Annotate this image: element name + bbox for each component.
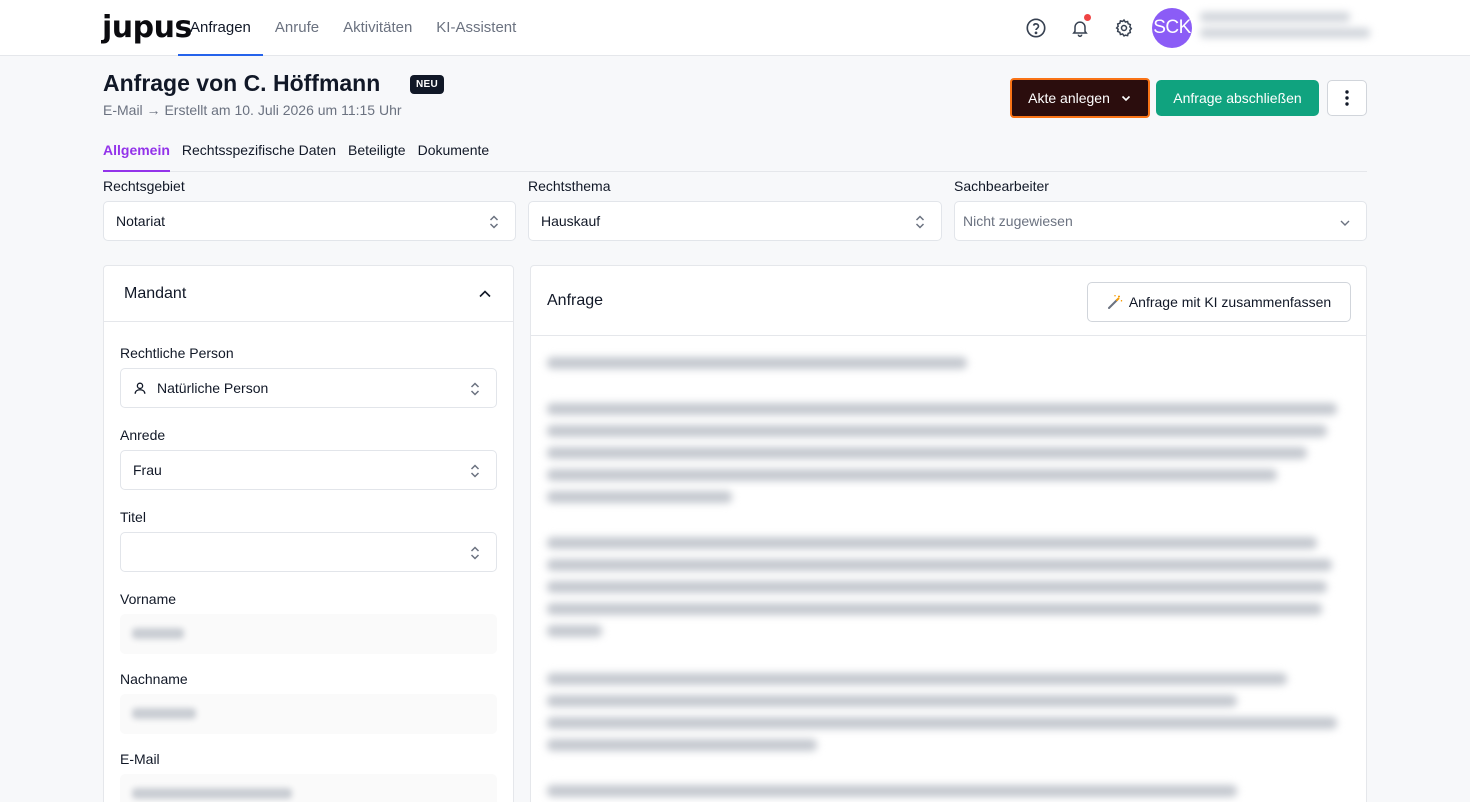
rechtsgebiet-value: Notariat (116, 213, 166, 229)
rechtsthema-label: Rechtsthema (528, 178, 611, 194)
sachbearbeiter-select[interactable]: Nicht zugewiesen (954, 201, 1367, 241)
tab-beteiligte[interactable]: Beteiligte (348, 140, 406, 172)
status-badge: NEU (410, 75, 445, 94)
rechtsthema-select[interactable]: Hauskauf (528, 201, 942, 241)
user-avatar[interactable]: SCK (1152, 8, 1192, 48)
magic-wand-icon (1107, 295, 1123, 309)
anrede-label: Anrede (120, 427, 166, 443)
titel-select[interactable] (120, 532, 497, 572)
tab-rechtsspezifische-daten[interactable]: Rechtsspezifische Daten (182, 140, 336, 172)
chevron-up-down-icon (470, 464, 480, 478)
chevron-down-icon (1121, 95, 1130, 102)
mandant-title: Mandant (124, 284, 187, 302)
email-input-blurred[interactable] (120, 774, 497, 802)
anfrage-title: Anfrage (547, 291, 604, 309)
settings-gear-icon[interactable] (1112, 16, 1136, 40)
nachname-label: Nachname (120, 671, 188, 687)
akte-anlegen-button[interactable]: Akte anlegen (1010, 78, 1150, 118)
rechtliche-person-select[interactable]: Natürliche Person (120, 368, 497, 408)
page-title: Anfrage von C. Höffmann (103, 70, 381, 96)
page-subtitle: E-Mail → Erstellt am 10. Juli 2026 um 11… (103, 102, 402, 118)
nav-anfragen[interactable]: Anfragen (178, 0, 263, 56)
email-label: E-Mail (120, 751, 160, 767)
tab-allgemein[interactable]: Allgemein (103, 140, 170, 172)
rechtliche-person-label: Rechtliche Person (120, 345, 234, 361)
vorname-input-blurred[interactable] (120, 614, 497, 654)
chevron-down-icon (1340, 220, 1350, 226)
mandant-panel: Mandant Rechtliche Person Natürliche Per… (103, 265, 514, 802)
tab-dokumente[interactable]: Dokumente (418, 140, 490, 172)
vorname-label: Vorname (120, 591, 177, 607)
top-navigation: jupus Anfragen Anrufe Aktivitäten KI-Ass… (0, 0, 1470, 56)
chevron-up-down-icon (470, 382, 480, 396)
chevron-up-icon[interactable] (477, 286, 493, 302)
chevron-up-down-icon (489, 215, 499, 229)
rechtsthema-value: Hauskauf (541, 213, 601, 229)
user-icon (134, 382, 146, 394)
ki-zusammenfassen-label: Anfrage mit KI zusammenfassen (1128, 294, 1332, 310)
nachname-input-blurred[interactable] (120, 694, 497, 734)
notification-bell-icon[interactable] (1068, 14, 1092, 40)
more-options-button[interactable] (1327, 80, 1367, 116)
anrede-value: Frau (133, 462, 162, 478)
rechtsgebiet-label: Rechtsgebiet (103, 178, 185, 194)
user-info-blurred[interactable] (1200, 12, 1375, 46)
anfrage-abschliessen-button[interactable]: Anfrage abschließen (1156, 80, 1319, 116)
akte-anlegen-label: Akte anlegen (1028, 90, 1110, 106)
chevron-up-down-icon (470, 546, 480, 560)
anfrage-panel: Anfrage Anfrage mit KI zusammenfassen (530, 265, 1367, 802)
anrede-select[interactable]: Frau (120, 450, 497, 490)
rechtsgebiet-select[interactable]: Notariat (103, 201, 516, 241)
chevron-up-down-icon (915, 215, 925, 229)
sachbearbeiter-label: Sachbearbeiter (954, 178, 1049, 194)
anfrage-panel-header: Anfrage Anfrage mit KI zusammenfassen (531, 266, 1366, 336)
help-icon[interactable] (1024, 16, 1048, 40)
detail-tabs: Allgemein Rechtsspezifische Daten Beteil… (103, 140, 1367, 172)
notification-dot (1084, 14, 1091, 21)
nav-anrufe[interactable]: Anrufe (263, 0, 331, 56)
more-vertical-icon (1345, 90, 1349, 106)
titel-label: Titel (120, 509, 146, 525)
main-nav: Anfragen Anrufe Aktivitäten KI-Assistent (178, 0, 528, 56)
mandant-panel-header: Mandant (104, 266, 513, 322)
rechtliche-person-value: Natürliche Person (157, 380, 269, 396)
ki-zusammenfassen-button[interactable]: Anfrage mit KI zusammenfassen (1087, 282, 1351, 322)
nav-ki-assistent[interactable]: KI-Assistent (424, 0, 528, 56)
nav-aktivitaeten[interactable]: Aktivitäten (331, 0, 424, 56)
sachbearbeiter-placeholder: Nicht zugewiesen (963, 213, 1073, 229)
